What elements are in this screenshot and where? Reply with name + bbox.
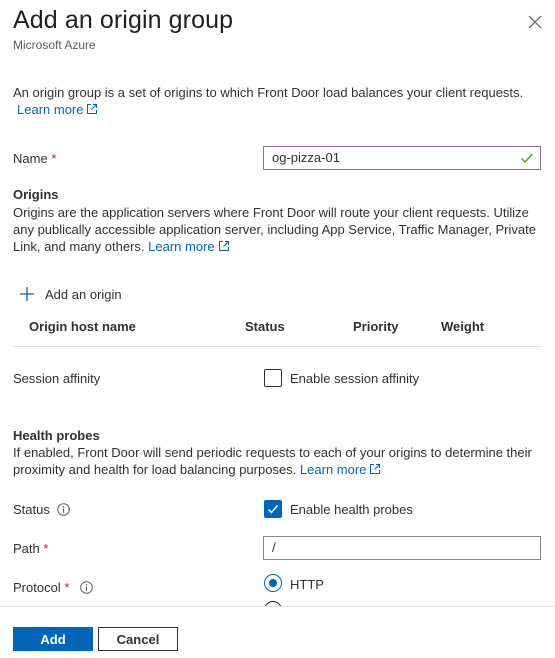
origins-learn-more-link[interactable]: Learn more — [148, 239, 229, 254]
session-affinity-checkbox-label[interactable]: Enable session affinity — [290, 370, 419, 387]
info-icon[interactable] — [80, 581, 93, 594]
column-header-weight[interactable]: Weight — [441, 319, 484, 334]
panel-header: Add an origin group Microsoft Azure — [0, 0, 555, 64]
add-origin-button[interactable]: Add an origin — [19, 284, 122, 304]
cancel-button[interactable]: Cancel — [98, 627, 178, 651]
column-header-origin-host[interactable]: Origin host name — [29, 319, 136, 334]
column-header-status[interactable]: Status — [245, 319, 285, 334]
path-input[interactable]: / — [263, 536, 541, 560]
plus-icon — [20, 287, 34, 301]
name-label: Name * — [13, 151, 57, 166]
health-probes-learn-more-link[interactable]: Learn more — [300, 462, 381, 477]
health-probes-checkbox-label[interactable]: Enable health probes — [290, 501, 413, 518]
info-icon[interactable] — [57, 503, 70, 516]
origins-heading: Origins — [13, 187, 59, 202]
checkmark-icon — [267, 505, 279, 514]
valid-check-icon — [521, 153, 534, 164]
external-link-icon — [87, 104, 98, 114]
page-subtitle: Microsoft Azure — [13, 38, 96, 52]
path-label: Path * — [13, 541, 49, 556]
status-label: Status — [13, 502, 50, 517]
name-input[interactable]: og-pizza-01 — [263, 146, 541, 170]
protocol-label: Protocol * — [13, 580, 70, 595]
close-button[interactable] — [525, 12, 545, 32]
external-link-icon — [370, 464, 381, 474]
add-button[interactable]: Add — [13, 627, 93, 651]
intro-text: An origin group is a set of origins to w… — [13, 85, 524, 117]
origins-table-header: Origin host name Status Priority Weight — [13, 317, 541, 347]
footer-bar: Add Cancel — [0, 606, 555, 658]
health-probes-description: If enabled, Front Door will send periodi… — [13, 445, 532, 477]
protocol-radio-http-label[interactable]: HTTP — [290, 576, 324, 593]
close-icon — [528, 15, 542, 29]
external-link-icon — [218, 241, 229, 251]
column-header-priority[interactable]: Priority — [353, 319, 399, 334]
form-scroll-area[interactable]: An origin group is a set of origins to w… — [0, 64, 555, 606]
origins-description: Origins are the application servers wher… — [13, 205, 536, 254]
session-affinity-label: Session affinity — [13, 371, 101, 386]
protocol-radio-http[interactable] — [264, 574, 282, 592]
page-title: Add an origin group — [13, 6, 234, 34]
session-affinity-checkbox[interactable] — [264, 369, 282, 387]
health-probes-heading: Health probes — [13, 428, 100, 443]
intro-learn-more-link[interactable]: Learn more — [17, 102, 98, 117]
health-probes-checkbox[interactable] — [264, 500, 282, 518]
